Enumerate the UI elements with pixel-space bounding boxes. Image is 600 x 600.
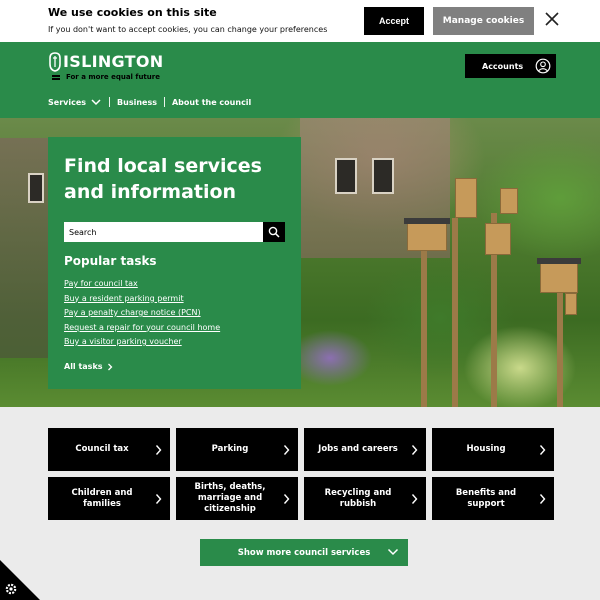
service-tile-label: Council tax [75, 444, 129, 454]
nav-services-label: Services [48, 97, 87, 107]
hero-title: Find local services and information [64, 155, 262, 203]
service-tile-children[interactable]: Children and families [48, 477, 170, 520]
search-icon [268, 226, 280, 238]
user-icon [535, 58, 551, 74]
nav-divider [109, 97, 111, 107]
building-left [0, 138, 50, 358]
main-nav: Services Business About the council [48, 97, 251, 107]
equals-icon [52, 75, 60, 80]
service-tile-label: Parking [211, 444, 249, 454]
service-tile-parking[interactable]: Parking [176, 428, 298, 471]
service-tile-council-tax[interactable]: Council tax [48, 428, 170, 471]
search-panel: Find local services and information Popu… [48, 137, 301, 389]
chevron-right-icon [283, 493, 290, 504]
service-tile-label: Children and families [71, 487, 133, 509]
nav-about[interactable]: About the council [172, 98, 251, 107]
chevron-right-icon [539, 444, 546, 455]
all-tasks-label: All tasks [64, 362, 103, 371]
close-icon[interactable] [543, 10, 561, 28]
service-tile-housing[interactable]: Housing [432, 428, 554, 471]
chevron-right-icon [107, 363, 112, 370]
cookie-settings-button[interactable] [0, 560, 40, 600]
post [452, 218, 458, 407]
post [557, 278, 563, 407]
service-tile-benefits[interactable]: Benefits and support [432, 477, 554, 520]
service-tile-label: Benefits and support [455, 487, 517, 509]
chevron-right-icon [411, 493, 418, 504]
bug-hotel-roof [404, 218, 450, 224]
popular-tasks-list: Pay for council tax Buy a resident parki… [64, 277, 220, 350]
accounts-label: Accounts [482, 61, 524, 71]
service-tile-jobs[interactable]: Jobs and careers [304, 428, 426, 471]
nav-business[interactable]: Business [117, 98, 157, 107]
islington-logo[interactable]: ISLINGTON For a more equal future [48, 52, 178, 86]
service-tile-births-deaths[interactable]: Births, deaths, marriage and citizenship [176, 477, 298, 520]
bug-hotel [565, 293, 577, 315]
chevron-down-icon [91, 99, 101, 106]
task-link[interactable]: Buy a visitor parking voucher [64, 335, 220, 350]
crest-icon [49, 52, 61, 72]
service-tile-label: Births, deaths, marriage and citizenship [194, 482, 266, 514]
window [28, 173, 44, 203]
nav-services[interactable]: Services [48, 98, 102, 107]
nav-divider [163, 97, 165, 107]
cookie-banner-title: We use cookies on this site [48, 6, 217, 19]
bug-hotel [407, 223, 447, 251]
bug-hotel [540, 263, 578, 293]
post [421, 248, 427, 407]
bug-hotel [455, 178, 477, 218]
window [335, 158, 357, 194]
popular-tasks-heading: Popular tasks [64, 254, 157, 268]
site-header: ISLINGTON For a more equal future Accoun… [0, 42, 600, 118]
manage-cookies-button[interactable]: Manage cookies [433, 7, 534, 35]
cookie-banner-text: If you don't want to accept cookies, you… [48, 25, 328, 34]
bug-hotel [500, 188, 518, 214]
accounts-button[interactable]: Accounts [465, 54, 556, 78]
accept-cookies-button[interactable]: Accept [364, 7, 424, 35]
service-tile-label: Jobs and careers [318, 444, 398, 454]
search-button[interactable] [263, 222, 285, 242]
task-link[interactable]: Pay a penalty charge notice (PCN) [64, 306, 220, 321]
task-link[interactable]: Request a repair for your council home [64, 321, 220, 336]
service-tile-recycling[interactable]: Recycling and rubbish [304, 477, 426, 520]
window [372, 158, 394, 194]
show-more-services-button[interactable]: Show more council services [200, 539, 408, 566]
show-more-label: Show more council services [237, 547, 371, 558]
service-tile-label: Recycling and rubbish [324, 487, 392, 509]
chevron-right-icon [155, 493, 162, 504]
all-tasks-link[interactable]: All tasks [64, 362, 113, 371]
logo-tagline: For a more equal future [66, 73, 160, 81]
chevron-right-icon [411, 444, 418, 455]
task-link[interactable]: Pay for council tax [64, 277, 220, 292]
bug-hotel-roof [537, 258, 581, 264]
chevron-right-icon [283, 444, 290, 455]
service-tile-label: Housing [466, 444, 506, 454]
chevron-down-icon [387, 548, 399, 556]
cookie-banner: We use cookies on this site If you don't… [0, 0, 600, 42]
chevron-right-icon [539, 493, 546, 504]
logo-wordmark: ISLINGTON [63, 52, 164, 71]
search-input[interactable] [64, 222, 263, 242]
chevron-right-icon [155, 444, 162, 455]
bug-hotel [485, 223, 511, 255]
task-link[interactable]: Buy a resident parking permit [64, 292, 220, 307]
